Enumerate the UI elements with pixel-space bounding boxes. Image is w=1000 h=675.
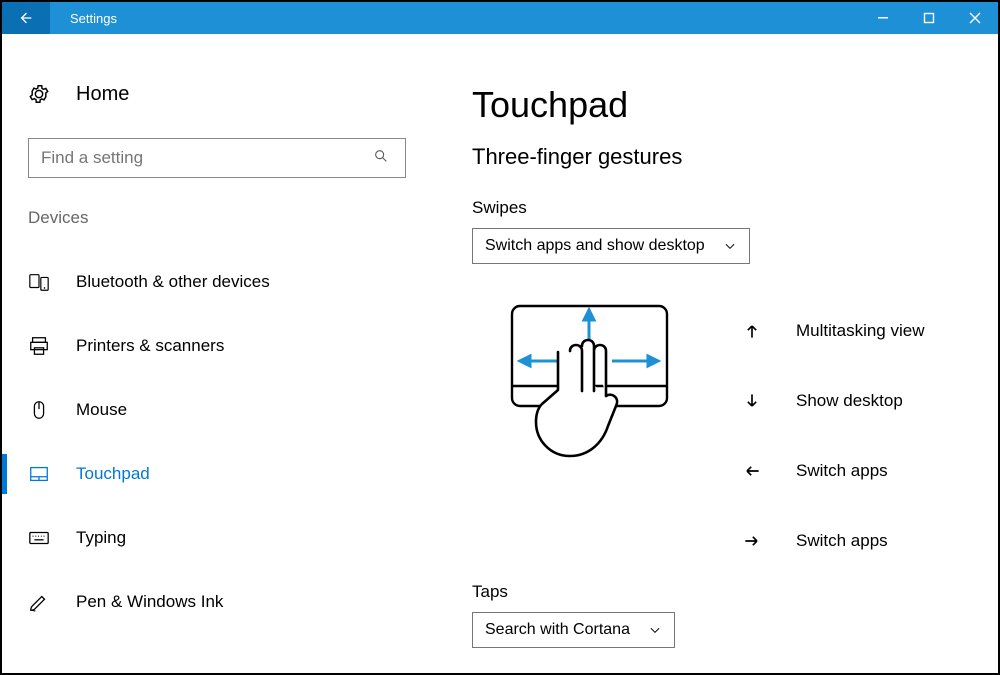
- keyboard-icon: [28, 527, 56, 549]
- sidebar-item-bluetooth[interactable]: Bluetooth & other devices: [2, 250, 432, 314]
- sidebar-item-label: Typing: [76, 528, 126, 548]
- minimize-button[interactable]: [860, 2, 906, 34]
- gesture-row-down: Show desktop: [732, 366, 925, 436]
- arrow-down-icon: [732, 391, 772, 411]
- touchpad-gesture-diagram: [502, 296, 702, 561]
- sidebar-item-label: Mouse: [76, 400, 127, 420]
- gesture-row-up: Multitasking view: [732, 296, 925, 366]
- arrow-left-icon: [732, 461, 772, 481]
- gesture-mapping-list: Multitasking view Show desktop Switch ap…: [732, 296, 925, 576]
- gesture-label: Multitasking view: [796, 321, 925, 341]
- arrow-up-icon: [732, 321, 772, 341]
- sidebar-item-mouse[interactable]: Mouse: [2, 378, 432, 442]
- taps-label: Taps: [472, 582, 998, 602]
- sidebar-item-touchpad[interactable]: Touchpad: [2, 442, 432, 506]
- sidebar-item-typing[interactable]: Typing: [2, 506, 432, 570]
- sidebar-item-pen[interactable]: Pen & Windows Ink: [2, 570, 432, 634]
- maximize-button[interactable]: [906, 2, 952, 34]
- chevron-down-icon: [648, 623, 662, 637]
- sidebar-group-header: Devices: [2, 208, 432, 228]
- search-icon: [373, 148, 393, 169]
- gesture-label: Switch apps: [796, 461, 888, 481]
- printer-icon: [28, 335, 56, 357]
- back-button[interactable]: [2, 2, 50, 34]
- chevron-down-icon: [723, 239, 737, 253]
- taps-dropdown[interactable]: Search with Cortana: [472, 612, 675, 648]
- close-button[interactable]: [952, 2, 998, 34]
- minimize-icon: [877, 12, 889, 24]
- search-box[interactable]: [28, 138, 406, 178]
- sidebar-item-label: Touchpad: [76, 464, 150, 484]
- taps-value: Search with Cortana: [485, 621, 630, 639]
- gesture-row-right: Switch apps: [732, 506, 925, 576]
- section-title: Three-finger gestures: [472, 144, 998, 170]
- gesture-row-left: Switch apps: [732, 436, 925, 506]
- arrow-right-icon: [732, 531, 772, 551]
- mouse-icon: [28, 399, 56, 421]
- gear-icon: [28, 83, 56, 105]
- close-icon: [969, 12, 981, 24]
- pen-icon: [28, 591, 56, 613]
- swipes-value: Switch apps and show desktop: [485, 237, 705, 255]
- main-content: Touchpad Three-finger gestures Swipes Sw…: [432, 34, 998, 673]
- arrow-left-icon: [18, 10, 34, 26]
- touchpad-icon: [28, 463, 56, 485]
- maximize-icon: [923, 12, 935, 24]
- sidebar: Home Devices Bluetooth & other devices P…: [2, 34, 432, 673]
- gesture-label: Show desktop: [796, 391, 903, 411]
- window-title: Settings: [70, 11, 117, 26]
- bluetooth-devices-icon: [28, 271, 56, 293]
- sidebar-item-label: Bluetooth & other devices: [76, 272, 270, 292]
- sidebar-item-label: Printers & scanners: [76, 336, 224, 356]
- swipes-label: Swipes: [472, 198, 998, 218]
- gesture-label: Switch apps: [796, 531, 888, 551]
- home-label: Home: [76, 83, 129, 106]
- search-input[interactable]: [41, 148, 373, 168]
- title-bar: Settings: [2, 2, 998, 34]
- sidebar-home[interactable]: Home: [2, 74, 432, 114]
- sidebar-item-printers[interactable]: Printers & scanners: [2, 314, 432, 378]
- sidebar-item-label: Pen & Windows Ink: [76, 592, 223, 612]
- page-title: Touchpad: [472, 84, 998, 126]
- swipes-dropdown[interactable]: Switch apps and show desktop: [472, 228, 750, 264]
